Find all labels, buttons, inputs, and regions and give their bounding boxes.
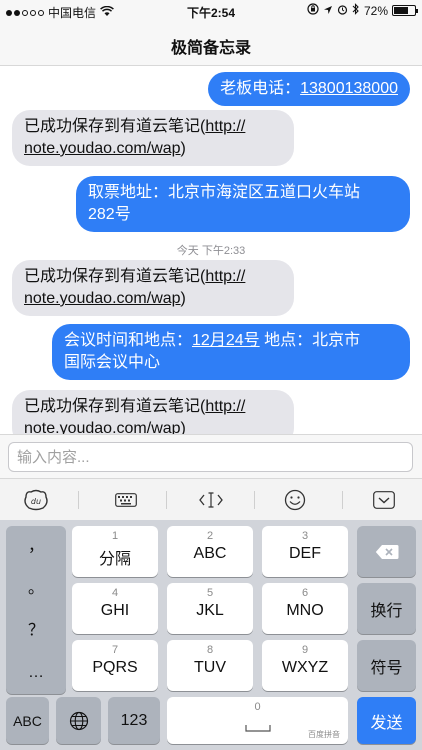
message-text: 老板电话： bbox=[220, 80, 301, 97]
message-text: ) bbox=[180, 420, 186, 434]
phone-link[interactable]: 13800138000 bbox=[300, 80, 398, 97]
message-text: ) bbox=[180, 290, 186, 307]
url-link[interactable]: note.youdao.com/wap bbox=[24, 140, 181, 157]
symbol-key[interactable]: 符号 bbox=[357, 640, 416, 691]
url-link[interactable]: http:// bbox=[205, 268, 245, 285]
punctuation-column: ， 。 ？ … bbox=[6, 526, 66, 694]
lock-rotation-icon bbox=[307, 3, 319, 18]
message-bubble-outgoing[interactable]: 取票地址：北京市海淀区五道口火车站 282号 bbox=[76, 176, 410, 232]
smiley-icon[interactable] bbox=[277, 485, 313, 515]
key-6[interactable]: 6 MNO bbox=[262, 583, 348, 634]
message-text: 282号 bbox=[88, 206, 131, 223]
message-bubble-incoming[interactable]: 已成功保存到有道云笔记(http:// note.youdao.com/wap) bbox=[12, 260, 294, 316]
globe-icon bbox=[56, 711, 101, 731]
globe-key[interactable] bbox=[56, 697, 101, 744]
message-text: 会议时间和地点： bbox=[64, 332, 193, 349]
status-right: 72% bbox=[307, 3, 418, 18]
message-input[interactable] bbox=[8, 442, 413, 472]
abc-key[interactable]: ABC bbox=[6, 697, 49, 744]
key-5[interactable]: 5 JKL bbox=[167, 583, 253, 634]
key-8[interactable]: 8 TUV bbox=[167, 640, 253, 691]
message-text: 地点：北京市 bbox=[259, 332, 361, 349]
url-link[interactable]: http:// bbox=[205, 398, 245, 415]
ime-brand-label: 百度拼音 bbox=[308, 730, 340, 739]
key-2[interactable]: 2 ABC bbox=[167, 526, 253, 577]
num123-key[interactable]: 123 bbox=[108, 697, 160, 744]
navigation-bar: 极简备忘录 bbox=[0, 22, 422, 66]
collapse-keyboard-icon[interactable] bbox=[366, 485, 402, 515]
page-title: 极简备忘录 bbox=[170, 40, 251, 57]
date-link[interactable]: 12月24号 bbox=[192, 332, 260, 349]
newline-key[interactable]: 换行 bbox=[357, 583, 416, 634]
space-bar-icon bbox=[244, 719, 271, 737]
keyboard-toolbar: du bbox=[0, 478, 422, 520]
backspace-key[interactable] bbox=[357, 526, 416, 577]
status-bar: 中国电信 下午2:54 72% bbox=[0, 0, 422, 22]
key-period[interactable]: 。 bbox=[6, 568, 66, 610]
key-comma[interactable]: ， bbox=[6, 526, 66, 568]
send-button[interactable]: 发送 bbox=[357, 697, 416, 744]
message-text: 国际会议中心 bbox=[64, 354, 161, 371]
message-text: ) bbox=[180, 140, 186, 157]
battery-percent: 72% bbox=[363, 3, 388, 18]
battery-icon bbox=[392, 5, 418, 16]
key-4[interactable]: 4 GHI bbox=[72, 583, 158, 634]
key-1[interactable]: 1 分隔 bbox=[72, 526, 158, 577]
url-link[interactable]: http:// bbox=[205, 118, 245, 135]
message-text: 已成功保存到有道云笔记( bbox=[24, 398, 206, 415]
key-ellipsis[interactable]: … bbox=[6, 652, 66, 694]
du-logo-icon[interactable]: du bbox=[18, 485, 54, 515]
svg-text:du: du bbox=[31, 497, 41, 506]
keyboard: ， 。 ？ … 1 分隔 2 ABC 3 DEF 4 GHI 5 JKL 6 M… bbox=[0, 520, 422, 750]
message-bubble-incoming[interactable]: 已成功保存到有道云笔记(http:// note.youdao.com/wap) bbox=[12, 390, 294, 434]
message-text: 已成功保存到有道云笔记( bbox=[24, 268, 206, 285]
message-bubble-outgoing[interactable]: 老板电话：13800138000 bbox=[208, 72, 410, 106]
key-question[interactable]: ？ bbox=[6, 610, 66, 652]
keyboard-icon[interactable] bbox=[108, 485, 144, 515]
input-bar bbox=[0, 434, 422, 478]
location-icon bbox=[323, 4, 333, 18]
key-7[interactable]: 7 PQRS bbox=[72, 640, 158, 691]
key-9[interactable]: 9 WXYZ bbox=[262, 640, 348, 691]
backspace-icon bbox=[357, 544, 416, 560]
timestamp: 今天 下午2:33 bbox=[176, 245, 246, 257]
url-link[interactable]: note.youdao.com/wap bbox=[24, 420, 181, 434]
url-link[interactable]: note.youdao.com/wap bbox=[24, 290, 181, 307]
key-3[interactable]: 3 DEF bbox=[262, 526, 348, 577]
message-bubble-incoming[interactable]: 已成功保存到有道云笔记(http:// note.youdao.com/wap) bbox=[12, 110, 294, 166]
message-text: 取票地址：北京市海淀区五道口火车站 bbox=[88, 184, 361, 201]
zero-space-key[interactable]: 0 百度拼音 bbox=[167, 697, 348, 744]
message-bubble-outgoing[interactable]: 会议时间和地点：12月24号 地点：北京市 国际会议中心 bbox=[52, 324, 410, 380]
message-list[interactable]: 老板电话：13800138000 已成功保存到有道云笔记(http:// not… bbox=[0, 66, 422, 434]
message-text: 已成功保存到有道云笔记( bbox=[24, 118, 206, 135]
alarm-icon bbox=[337, 4, 348, 18]
cursor-icon[interactable] bbox=[193, 485, 229, 515]
bluetooth-icon bbox=[352, 3, 360, 18]
